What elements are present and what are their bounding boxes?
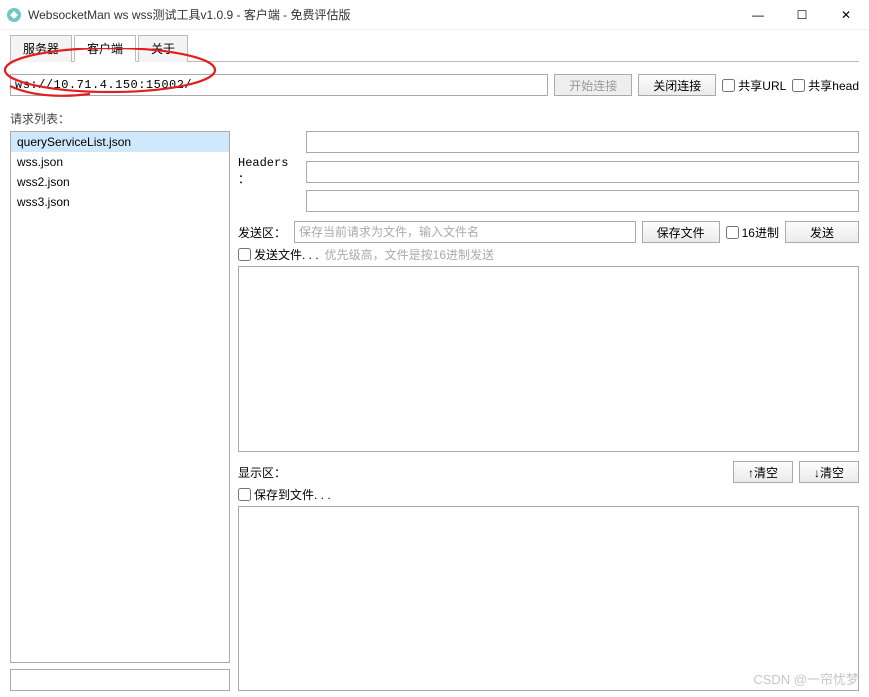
list-item[interactable]: wss2.json xyxy=(11,172,229,192)
headers-label-text: Headers ： xyxy=(238,156,300,187)
url-input[interactable] xyxy=(10,74,548,96)
request-list[interactable]: queryServiceList.json wss.json wss2.json… xyxy=(10,131,230,663)
header-input-3[interactable] xyxy=(306,190,859,212)
request-list-label: 请求列表： xyxy=(10,110,859,127)
window-title: WebsocketMan ws wss测试工具v1.0.9 - 客户端 - 免费… xyxy=(28,6,745,23)
tab-client[interactable]: 客户端 xyxy=(74,35,136,62)
request-name-input[interactable] xyxy=(10,669,230,691)
start-connection-button[interactable]: 开始连接 xyxy=(554,74,632,96)
app-icon xyxy=(6,7,22,23)
list-item[interactable]: queryServiceList.json xyxy=(11,132,229,152)
titlebar: WebsocketMan ws wss测试工具v1.0.9 - 客户端 - 免费… xyxy=(0,0,869,30)
minimize-button[interactable]: — xyxy=(745,5,771,25)
close-connection-button[interactable]: 关闭连接 xyxy=(638,74,716,96)
send-file-checkbox[interactable]: 发送文件. . . xyxy=(238,246,319,263)
send-text-area[interactable] xyxy=(238,266,859,452)
tab-about[interactable]: 关于 xyxy=(138,35,188,62)
display-text-area[interactable] xyxy=(238,506,859,691)
share-head-checkbox[interactable]: 共享head xyxy=(792,77,859,94)
clear-up-button[interactable]: ↑清空 xyxy=(733,461,793,483)
save-filename-input[interactable] xyxy=(294,221,636,243)
display-area-label: 显示区： xyxy=(238,464,727,481)
tab-server[interactable]: 服务器 xyxy=(10,35,72,62)
save-file-button[interactable]: 保存文件 xyxy=(642,221,720,243)
list-item[interactable]: wss3.json xyxy=(11,192,229,212)
tab-bar: 服务器 客户端 关于 xyxy=(10,34,859,62)
maximize-button[interactable]: ☐ xyxy=(789,5,815,25)
header-input-2[interactable] xyxy=(306,161,859,183)
send-button[interactable]: 发送 xyxy=(785,221,859,243)
clear-down-button[interactable]: ↓清空 xyxy=(799,461,859,483)
window-controls: — ☐ ✕ xyxy=(745,5,859,25)
header-input-1[interactable] xyxy=(306,131,859,153)
hex-checkbox[interactable]: 16进制 xyxy=(726,224,779,241)
share-url-checkbox[interactable]: 共享URL xyxy=(722,77,786,94)
send-area-label: 发送区： xyxy=(238,224,288,241)
watermark: CSDN @一帘忧梦 xyxy=(753,669,859,688)
list-item[interactable]: wss.json xyxy=(11,152,229,172)
close-button[interactable]: ✕ xyxy=(833,5,859,25)
send-file-hint: 优先级高，文件是按16进制发送 xyxy=(325,246,494,263)
save-to-file-checkbox[interactable]: 保存到文件. . . xyxy=(238,486,331,503)
